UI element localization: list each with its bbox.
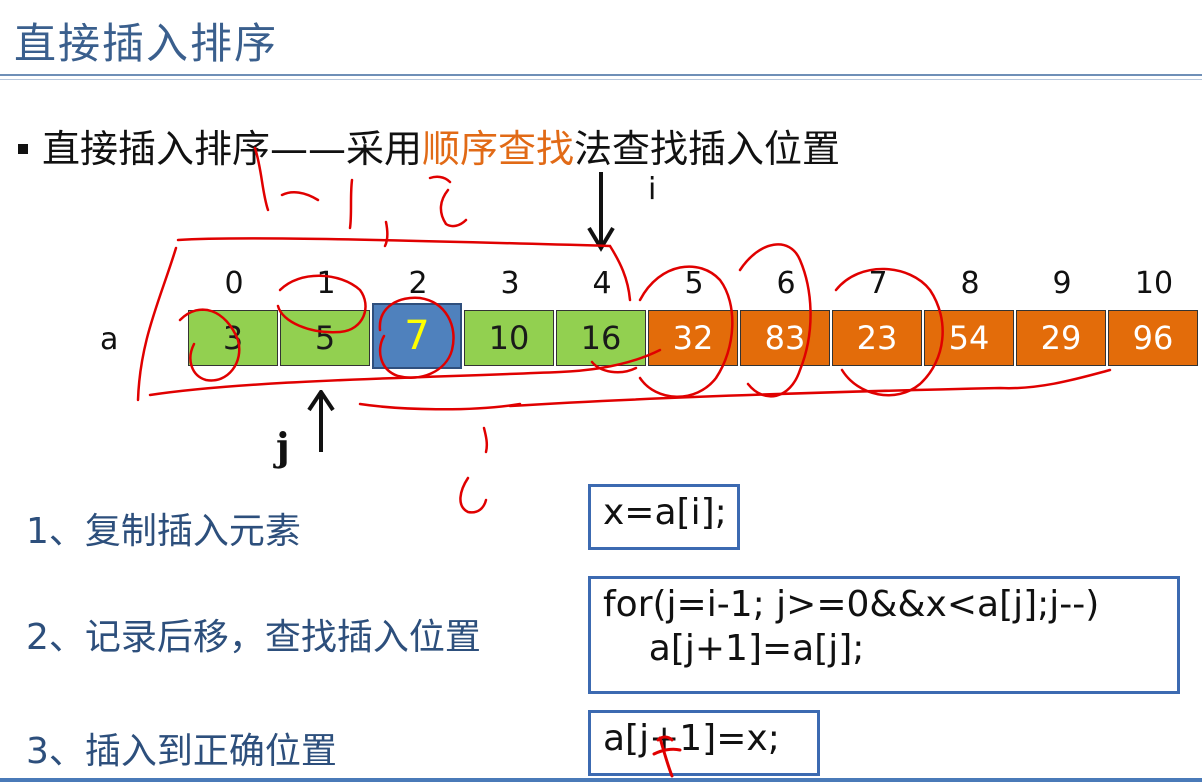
array-cell-1: 5: [280, 310, 370, 366]
array-cell-5: 32: [648, 310, 738, 366]
array-cell-10: 96: [1108, 310, 1198, 366]
array-cell-2: 7: [372, 303, 462, 369]
array-index-4: 4: [592, 266, 612, 301]
arrow-up-icon: [307, 390, 335, 452]
step-1-label: 1、复制插入元素: [26, 511, 301, 552]
bullet-point: 直接插入排序——采用顺序查找法查找插入位置: [18, 118, 840, 173]
array-index-7: 7: [868, 266, 888, 301]
code-box-step-3: a[j+1]=x;: [588, 710, 820, 776]
array-index-1: 1: [316, 266, 336, 301]
pointer-j-label: j: [276, 424, 290, 469]
array-index-10: 10: [1134, 266, 1174, 301]
title-divider-thin: [0, 79, 1202, 80]
bullet-square-icon: [18, 144, 28, 154]
array-cell-9: 29: [1016, 310, 1106, 366]
step-3-label: 3、插入到正确位置: [26, 731, 337, 772]
array-index-2: 2: [408, 266, 428, 301]
array-cell-7: 23: [832, 310, 922, 366]
array-cell-6: 83: [740, 310, 830, 366]
code-line: for(j=i-1; j>=0&&x<a[j];j--): [603, 584, 1100, 625]
code-box-step-1: x=a[i];: [588, 484, 740, 550]
code-box-step-2: for(j=i-1; j>=0&&x<a[j];j--) a[j+1]=a[j]…: [588, 576, 1180, 694]
array-index-9: 9: [1052, 266, 1072, 301]
array-cell-8: 54: [924, 310, 1014, 366]
bullet-text-pre: 直接插入排序——采用: [42, 127, 423, 171]
arrow-down-icon: [587, 172, 615, 252]
slide-title: 直接插入排序: [14, 19, 279, 68]
array-index-8: 8: [960, 266, 980, 301]
code-line: a[j+1]=a[j];: [603, 628, 865, 669]
array-index-5: 5: [684, 266, 704, 301]
array-cell-4: 16: [556, 310, 646, 366]
array-index-3: 3: [500, 266, 520, 301]
pointer-i-label: i: [648, 172, 657, 207]
array-cell-3: 10: [464, 310, 554, 366]
array-index-0: 0: [224, 266, 244, 301]
footer-divider: [0, 778, 1202, 782]
array-name-label: a: [100, 322, 119, 357]
array-index-6: 6: [776, 266, 796, 301]
bullet-text-post: 法查找插入位置: [574, 127, 841, 171]
bullet-text-highlight: 顺序查找: [422, 127, 575, 171]
step-2-label: 2、记录后移，查找插入位置: [26, 617, 481, 658]
title-divider: [0, 74, 1202, 76]
array-cell-0: 3: [188, 310, 278, 366]
